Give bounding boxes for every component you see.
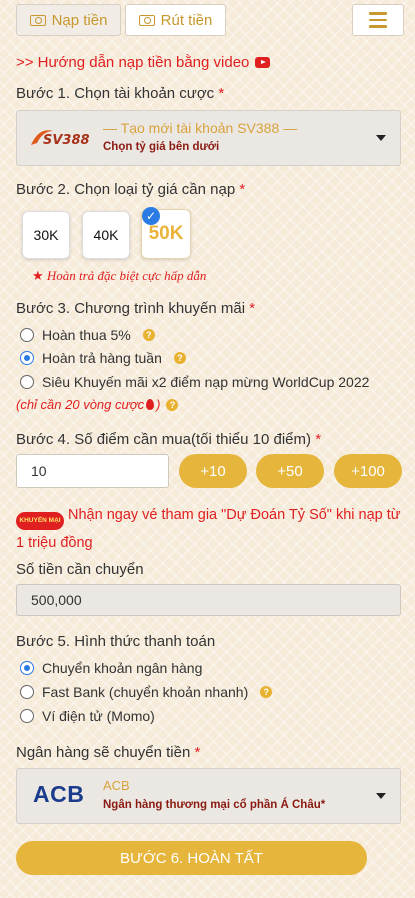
points-input[interactable]: 10 [16, 454, 169, 488]
promo-banner: KHUYẾN MẠI Nhận ngay vé tham gia "Dự Đoán… [16, 507, 401, 551]
promo-option-2[interactable]: Hoàn trả hàng tuần ? [20, 350, 186, 366]
step4-label: Bước 4. Số điểm cần mua(tối thiểu 10 điể… [16, 431, 322, 448]
step2-label: Bước 2. Chọn loại tỷ giá cần nạp * [16, 181, 246, 198]
rate-30k[interactable]: 30K [22, 211, 70, 259]
add-10-button[interactable]: +10 [179, 454, 247, 488]
chevron-down-icon [376, 135, 386, 141]
chevron-down-icon [376, 793, 386, 799]
acb-logo: ACB [33, 781, 85, 807]
help-icon[interactable]: ? [173, 352, 186, 364]
promo-option-1[interactable]: Hoàn thua 5% ? [20, 327, 155, 343]
finish-button[interactable]: BƯỚC 6. HOÀN TẤT [16, 841, 367, 875]
guide-link-text: >> Hướng dẫn nạp tiền bằng video [16, 54, 250, 71]
bank-label: Ngân hàng sẽ chuyển tiền * [16, 744, 201, 761]
radio-button-selected[interactable] [20, 351, 34, 365]
tab-withdraw[interactable]: Rút tiền [125, 4, 226, 36]
promo-condition: (chỉ cần 20 vòng cược ) ? [16, 397, 179, 412]
payment-option-bank[interactable]: Chuyển khoản ngân hàng [20, 660, 202, 676]
account-select-subtitle: Chọn tỷ giá bên dưới [103, 141, 220, 153]
help-icon[interactable]: ? [260, 686, 273, 698]
drop-icon [146, 399, 155, 410]
help-icon[interactable]: ? [142, 329, 155, 341]
check-icon: ✓ [142, 207, 160, 225]
add-50-button[interactable]: +50 [256, 454, 324, 488]
payment-option-momo[interactable]: Ví điện tử (Momo) [20, 708, 155, 724]
radio-button[interactable] [20, 375, 34, 389]
transfer-amount-field: 500,000 [16, 584, 401, 616]
star-icon: ★ [32, 268, 44, 283]
svg-text:SV388: SV388 [43, 133, 90, 148]
money-icon [29, 14, 46, 26]
tab-withdraw-label: Rút tiền [160, 11, 213, 29]
transfer-label: Số tiền cần chuyển [16, 561, 144, 578]
promo-badge: KHUYẾN MẠI [16, 512, 64, 530]
radio-button[interactable] [20, 685, 34, 699]
bank-select[interactable]: ACB ACB Ngân hàng thương mại cổ phần Á C… [16, 768, 401, 824]
help-icon[interactable]: ? [166, 398, 179, 411]
step5-label: Bước 5. Hình thức thanh toán [16, 633, 216, 650]
hamburger-icon[interactable] [352, 4, 404, 36]
step1-label: Bước 1. Chọn tài khoản cược * [16, 85, 225, 102]
bank-name: ACB [103, 778, 130, 793]
payment-option-fastbank[interactable]: Fast Bank (chuyển khoản nhanh) ? [20, 684, 273, 700]
radio-button[interactable] [20, 328, 34, 342]
tab-deposit[interactable]: Nạp tiền [16, 4, 121, 36]
video-guide-link[interactable]: >> Hướng dẫn nạp tiền bằng video [16, 54, 271, 71]
youtube-icon [255, 57, 271, 68]
account-select-title: — Tạo mới tài khoản SV388 — [103, 120, 298, 136]
tab-deposit-label: Nạp tiền [51, 11, 108, 29]
radio-button[interactable] [20, 709, 34, 723]
radio-button-selected[interactable] [20, 661, 34, 675]
step3-label: Bước 3. Chương trình khuyến mãi * [16, 300, 256, 317]
rate-note: ★ Hoàn trả đặc biệt cực hấp dẫn [32, 268, 207, 283]
account-select[interactable]: SV388 — Tạo mới tài khoản SV388 — Chọn t… [16, 110, 401, 166]
rate-40k[interactable]: 40K [82, 211, 130, 259]
add-100-button[interactable]: +100 [334, 454, 402, 488]
promo-option-3[interactable]: Siêu Khuyến mãi x2 điểm nạp mừng WorldCu… [20, 374, 369, 390]
sv388-logo: SV388 [29, 125, 91, 151]
bank-full-name: Ngân hàng thương mại cổ phần Á Châu* [103, 799, 326, 811]
money-icon [138, 14, 155, 26]
